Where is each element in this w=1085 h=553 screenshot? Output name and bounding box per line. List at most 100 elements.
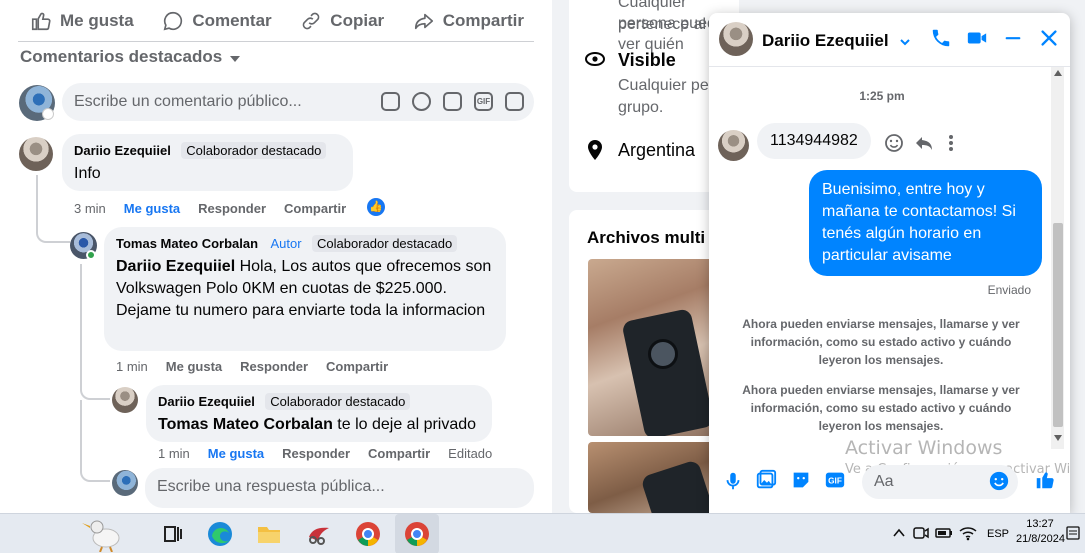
sticker-icon[interactable] (790, 469, 812, 491)
post-comments-panel: Me gusta Comentar Copiar Compartir Comen… (0, 0, 552, 513)
copy-action-button[interactable]: Copiar (300, 10, 384, 32)
post-action-bar: Me gusta Comentar Copiar Compartir (18, 0, 534, 42)
system-message: Ahora pueden enviarse mensajes, llamarse… (729, 315, 1033, 369)
like-action-button[interactable]: Me gusta (30, 10, 134, 32)
comment-like-button[interactable]: Me gusta (166, 359, 222, 374)
share-action-label: Compartir (442, 10, 524, 30)
camera-icon[interactable] (443, 92, 462, 111)
comment-input[interactable]: Escribe un comentario público... GIF (62, 83, 534, 121)
visible-title: Visible (618, 50, 676, 70)
chevron-up-icon[interactable] (893, 528, 905, 538)
contact-name-button[interactable]: Dariio Ezequiiel (762, 31, 911, 51)
reply-arrow-icon[interactable] (914, 133, 934, 153)
contact-avatar-small[interactable] (718, 130, 749, 161)
gif-icon[interactable]: GIF (474, 92, 493, 111)
clock[interactable]: 13:27 21/8/2024 (1016, 518, 1065, 545)
commenter-avatar[interactable] (19, 137, 53, 171)
commenter-avatar[interactable] (112, 387, 138, 413)
emoji-icon[interactable] (412, 92, 431, 111)
comment-author[interactable]: Dariio Ezequiiel (74, 143, 171, 158)
more-options-icon[interactable] (947, 133, 955, 153)
chevron-down-icon (900, 38, 911, 45)
reply-input[interactable]: Escribe una respuesta pública... (145, 468, 534, 508)
scroll-down-arrow-icon[interactable] (1054, 435, 1062, 441)
comment-share-button[interactable]: Compartir (368, 446, 430, 461)
comment-text: Tomas Mateo Corbalan te lo deje al priva… (158, 414, 480, 436)
phone-icon[interactable] (930, 27, 952, 49)
comment-time[interactable]: 3 min (74, 201, 106, 216)
camera-lens-in-photo (648, 339, 678, 369)
wifi-icon[interactable] (959, 525, 977, 541)
sticker-icon[interactable] (381, 92, 400, 111)
thumbs-up-send-icon[interactable] (1034, 469, 1056, 491)
meet-now-icon[interactable] (913, 525, 929, 541)
avatar-sticker-icon[interactable] (505, 92, 524, 111)
comment-author[interactable]: Tomas Mateo Corbalan (116, 236, 258, 251)
like-reaction-icon[interactable]: 👍 (367, 198, 385, 216)
contact-name: Dariio Ezequiiel (762, 31, 889, 50)
location-pin-icon (588, 140, 602, 160)
comment-sort-dropdown[interactable]: Comentarios destacados (20, 47, 241, 67)
avatar-menu-chevron-icon[interactable] (42, 108, 54, 120)
comment-share-button[interactable]: Compartir (326, 359, 388, 374)
battery-icon[interactable] (935, 526, 953, 540)
comment-share-button[interactable]: Compartir (284, 201, 346, 216)
visible-text: grupo. (618, 99, 664, 116)
comment-reply-button[interactable]: Responder (240, 359, 308, 374)
react-emoji-icon[interactable] (884, 133, 904, 153)
chat-scrollbar-thumb[interactable] (1053, 223, 1063, 427)
comment-like-button[interactable]: Me gusta (124, 201, 180, 216)
chrome-browser-active-icon[interactable] (403, 520, 431, 548)
media-title[interactable]: Archivos multi (587, 228, 705, 248)
edge-browser-icon[interactable] (206, 520, 234, 548)
svg-text:GIF: GIF (828, 477, 842, 486)
comment-meta: 1 min Me gusta Responder Compartir Edita… (158, 446, 492, 461)
caret-down-icon (230, 55, 241, 62)
visible-text: Cualquier pe (618, 77, 709, 94)
comment-reply-button[interactable]: Responder (198, 201, 266, 216)
minimize-icon[interactable] (1002, 27, 1024, 49)
comment-bubble-icon (163, 11, 183, 30)
comment-mention[interactable]: Dariio Ezequiiel (116, 258, 235, 275)
comment-action-label: Comentar (192, 10, 272, 30)
comment-action-button[interactable]: Comentar (162, 10, 272, 32)
incoming-message[interactable]: 1134944982 (757, 123, 871, 159)
comment-time[interactable]: 1 min (158, 446, 190, 461)
link-icon (303, 12, 320, 29)
comment-mention[interactable]: Tomas Mateo Corbalan (158, 416, 333, 433)
comment-meta: 3 min Me gusta Responder Compartir (74, 201, 346, 216)
comment-like-button[interactable]: Me gusta (208, 446, 264, 461)
current-user-avatar[interactable] (112, 470, 138, 496)
comment-body: te lo deje al privado (337, 416, 477, 433)
gif-icon[interactable]: GIF (824, 469, 846, 491)
chrome-browser-icon[interactable] (354, 520, 382, 548)
language-indicator[interactable]: ESP (987, 528, 1009, 540)
emoji-icon[interactable] (988, 470, 1010, 492)
system-message-line: leyeron los mensajes. (818, 353, 944, 367)
windows-activation-title: Activar Windows (845, 437, 1003, 459)
scroll-up-arrow-icon[interactable] (1054, 70, 1062, 76)
system-message-line: Ahora pueden enviarse mensajes, llamarse… (742, 383, 1020, 397)
notifications-icon[interactable] (1066, 526, 1080, 540)
contributor-badge: Colaborador destacado (181, 142, 327, 159)
message-timestamp: 1:25 pm (859, 89, 905, 103)
close-icon[interactable] (1038, 27, 1060, 49)
microphone-icon[interactable] (722, 470, 744, 492)
comment-time[interactable]: 1 min (116, 359, 148, 374)
snipping-tool-icon[interactable] (305, 520, 333, 548)
eye-icon (585, 52, 605, 66)
comment-bubble: Tomas Mateo Corbalan Autor Colaborador d… (104, 227, 506, 351)
task-view-icon[interactable] (159, 520, 187, 548)
thread-line (80, 400, 110, 482)
comment-reply-button[interactable]: Responder (282, 446, 350, 461)
clock-date: 21/8/2024 (1016, 533, 1065, 545)
outgoing-message[interactable]: Buenisimo, entre hoy y mañana te contact… (809, 170, 1042, 276)
video-call-icon[interactable] (966, 27, 988, 49)
photo-gallery-icon[interactable] (755, 469, 777, 491)
share-action-button[interactable]: Compartir (413, 10, 524, 32)
comment-author[interactable]: Dariio Ezequiiel (158, 394, 255, 409)
bird-widget-icon[interactable] (80, 516, 132, 552)
chat-header-actions (930, 27, 1060, 49)
contact-avatar[interactable] (719, 22, 753, 56)
file-explorer-icon[interactable] (255, 520, 283, 548)
